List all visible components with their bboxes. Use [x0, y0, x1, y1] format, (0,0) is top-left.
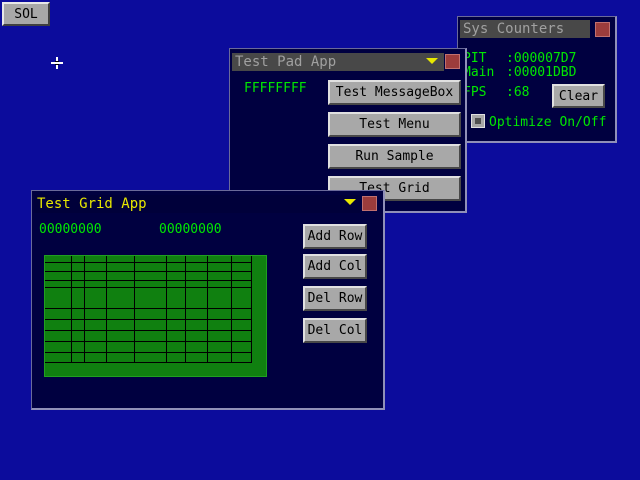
close-icon[interactable]: [445, 54, 460, 69]
del-col-button[interactable]: Del Col: [303, 318, 367, 343]
grid-row-line: [45, 262, 252, 263]
test-grid-titlebar[interactable]: Test Grid App: [34, 195, 360, 213]
close-icon[interactable]: [595, 22, 610, 37]
add-row-label: Add Row: [307, 229, 363, 244]
checkbox-mark-icon: [475, 118, 481, 124]
dropdown-arrow-icon[interactable]: [426, 58, 438, 64]
grid-row-line: [45, 280, 252, 281]
sol-start-button[interactable]: SOL: [2, 2, 50, 26]
grid-row-line: [45, 287, 252, 288]
grid-row-line: [45, 330, 252, 331]
del-row-button[interactable]: Del Row: [303, 286, 367, 311]
test-pad-window: Test Pad App FFFFFFFF Test MessageBox Te…: [229, 48, 467, 213]
grid-col-line: [185, 256, 186, 363]
optimize-label: Optimize On/Off: [489, 115, 607, 130]
test-menu-button[interactable]: Test Menu: [328, 112, 461, 137]
test-pad-title: Test Pad App: [235, 54, 337, 70]
run-sample-label: Run Sample: [355, 149, 434, 164]
grid-row-line: [45, 319, 252, 320]
test-messagebox-label: Test MessageBox: [335, 85, 454, 100]
pit-value: :000007D7: [506, 51, 577, 66]
grid-row-line: [45, 308, 252, 309]
add-row-button[interactable]: Add Row: [303, 224, 367, 249]
dropdown-arrow-icon[interactable]: [344, 199, 356, 205]
grid-col-line: [106, 256, 107, 363]
main-label: Main: [463, 65, 495, 80]
test-grid-title: Test Grid App: [37, 196, 147, 212]
sys-counters-window: Sys Counters PIT :000007D7 Main :00001DB…: [457, 16, 617, 143]
test-menu-label: Test Menu: [359, 117, 430, 132]
add-col-label: Add Col: [307, 259, 363, 274]
close-icon[interactable]: [362, 196, 377, 211]
del-col-label: Del Col: [307, 323, 363, 338]
grid-col-line: [207, 256, 208, 363]
test-messagebox-button[interactable]: Test MessageBox: [328, 80, 461, 105]
sys-counters-titlebar[interactable]: Sys Counters: [460, 20, 590, 38]
clear-button-label: Clear: [558, 88, 599, 104]
data-grid[interactable]: [44, 255, 267, 377]
grid-row-line: [45, 362, 252, 363]
grid-row-line: [45, 271, 252, 272]
fps-value: :68: [506, 85, 530, 100]
grid-row-line: [45, 341, 252, 342]
test-pad-titlebar[interactable]: Test Pad App: [232, 53, 444, 71]
sol-start-label: SOL: [14, 6, 38, 22]
grid-value-right: 00000000: [159, 222, 222, 237]
grid-value-left: 00000000: [39, 222, 102, 237]
del-row-label: Del Row: [307, 291, 363, 306]
clear-button[interactable]: Clear: [552, 84, 605, 108]
grid-col-line: [251, 256, 252, 363]
run-sample-button[interactable]: Run Sample: [328, 144, 461, 169]
optimize-checkbox[interactable]: [471, 114, 485, 128]
grid-col-line: [84, 256, 85, 363]
grid-col-line: [231, 256, 232, 363]
main-value: :00001DBD: [506, 65, 577, 80]
grid-col-line: [71, 256, 72, 363]
test-pad-hex-value: FFFFFFFF: [244, 81, 307, 96]
grid-col-line: [134, 256, 135, 363]
cursor-crosshair-icon: [51, 57, 63, 69]
test-grid-window: Test Grid App 00000000 00000000 Add Row …: [31, 190, 385, 410]
sys-counters-title: Sys Counters: [463, 21, 565, 37]
add-col-button[interactable]: Add Col: [303, 254, 367, 279]
grid-col-line: [166, 256, 167, 363]
grid-row-line: [45, 352, 252, 353]
